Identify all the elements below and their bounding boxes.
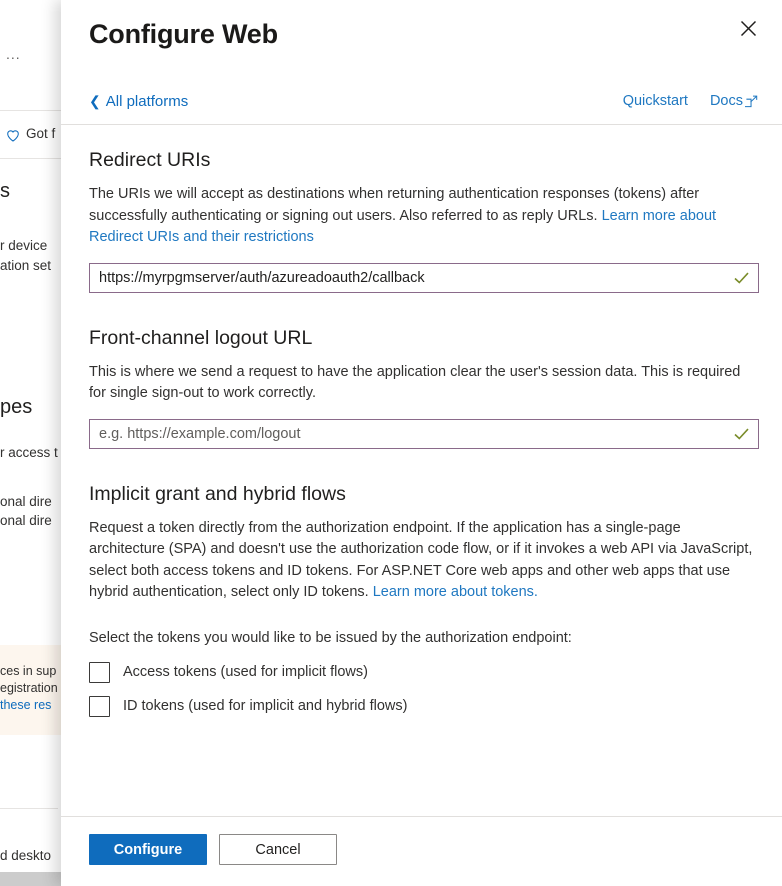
back-link-label: All platforms	[106, 93, 189, 110]
spacer-1	[89, 297, 758, 325]
chevron-left-icon: ❮	[89, 94, 101, 108]
tokens-prompt: Select the tokens you would like to be i…	[89, 628, 758, 649]
implicit-grant-description: Request a token directly from the author…	[89, 518, 758, 604]
background-info-link[interactable]: these res	[0, 698, 51, 712]
background-info-line-1: ces in sup	[0, 664, 56, 678]
panel-body: Redirect URIs The URIs we will accept as…	[61, 125, 782, 816]
implicit-grant-heading: Implicit grant and hybrid flows	[89, 481, 758, 507]
quickstart-link[interactable]: Quickstart	[623, 93, 688, 109]
section-implicit-grant: Implicit grant and hybrid flows Request …	[89, 481, 758, 717]
panel-footer: Configure Cancel	[61, 816, 782, 886]
redirect-uris-description: The URIs we will accept as destinations …	[89, 184, 758, 249]
background-bottom-bar	[0, 872, 62, 886]
front-channel-logout-description: This is where we send a request to have …	[89, 362, 758, 405]
background-heading-1: s	[0, 180, 10, 203]
front-channel-logout-input[interactable]	[89, 419, 759, 449]
subbar-links: Quickstart Docs	[623, 93, 758, 109]
background-line-desktop: d deskto	[0, 848, 51, 863]
page-title: Configure Web	[89, 16, 758, 52]
background-line-device: r device	[0, 238, 47, 253]
access-tokens-checkbox[interactable]	[89, 662, 110, 683]
id-tokens-checkbox[interactable]	[89, 696, 110, 717]
background-divider-3	[0, 808, 58, 809]
background-info-line-2: egistration	[0, 681, 58, 695]
background-divider-2	[0, 158, 62, 159]
quickstart-label: Quickstart	[623, 93, 688, 109]
heart-icon	[4, 126, 22, 144]
panel-subbar: ❮ All platforms Quickstart Docs	[61, 78, 782, 124]
redirect-uri-field-wrapper	[89, 263, 759, 293]
configure-web-panel: Configure Web ❮ All platforms Quickstart…	[61, 0, 782, 886]
background-line-setting: ation set	[0, 258, 51, 273]
background-line-access: r access t	[0, 445, 58, 460]
front-channel-logout-heading: Front-channel logout URL	[89, 325, 758, 351]
implicit-grant-learn-more-link[interactable]: Learn more about tokens.	[373, 584, 538, 600]
cancel-button[interactable]: Cancel	[219, 834, 337, 865]
redirect-uri-input[interactable]	[89, 263, 759, 293]
checkbox-row-access-tokens[interactable]: Access tokens (used for implicit flows)	[89, 662, 368, 683]
back-to-all-platforms-link[interactable]: ❮ All platforms	[89, 93, 188, 110]
screen-root: ... Got f s r device ation set pes r acc…	[0, 0, 782, 886]
configure-button[interactable]: Configure	[89, 834, 207, 865]
redirect-uris-heading: Redirect URIs	[89, 147, 758, 173]
docs-link[interactable]: Docs	[710, 93, 758, 109]
external-link-icon	[745, 95, 758, 108]
close-button[interactable]	[728, 8, 768, 48]
spacer-2	[89, 453, 758, 481]
footer-buttons: Configure Cancel	[89, 834, 758, 865]
background-line-dir-2: onal dire	[0, 513, 52, 528]
background-heading-2: pes	[0, 396, 32, 419]
background-overflow-ellipsis: ...	[6, 46, 21, 62]
background-feedback-text: Got f	[26, 126, 55, 141]
id-tokens-label: ID tokens (used for implicit and hybrid …	[123, 696, 407, 716]
section-redirect-uris: Redirect URIs The URIs we will accept as…	[89, 147, 758, 293]
background-line-dir-1: onal dire	[0, 494, 52, 509]
checkbox-row-id-tokens[interactable]: ID tokens (used for implicit and hybrid …	[89, 696, 407, 717]
access-tokens-label: Access tokens (used for implicit flows)	[123, 662, 368, 682]
docs-label: Docs	[710, 93, 743, 109]
section-front-channel-logout: Front-channel logout URL This is where w…	[89, 325, 758, 449]
close-icon	[740, 20, 757, 37]
background-divider-1	[0, 110, 62, 111]
panel-header: Configure Web	[61, 0, 782, 78]
front-channel-logout-field-wrapper	[89, 419, 759, 449]
